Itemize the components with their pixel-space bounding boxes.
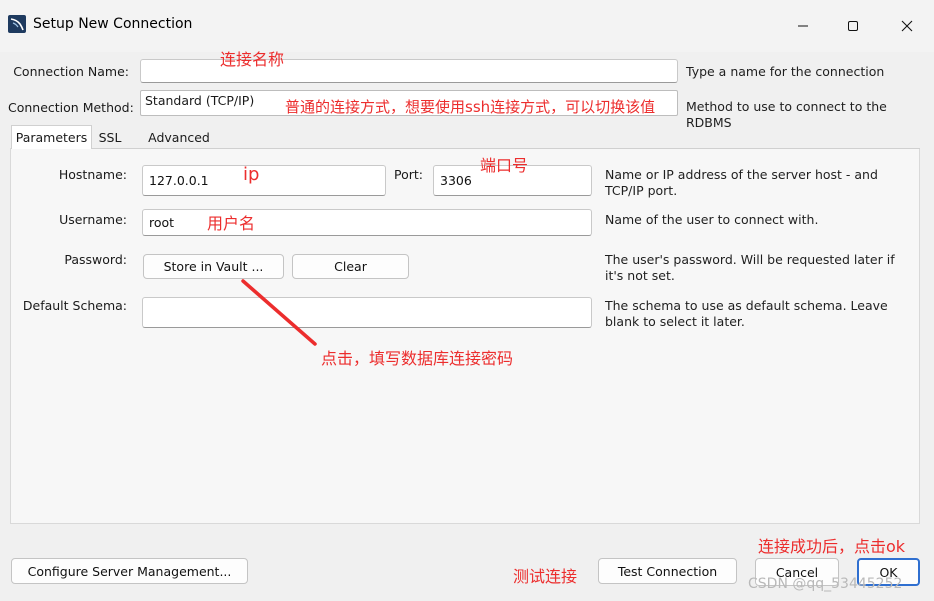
port-label: Port: <box>394 167 423 182</box>
annotation-connection-name: 连接名称 <box>220 50 285 69</box>
hostname-label: Hostname: <box>58 167 127 182</box>
connection-method-label: Connection Method: <box>8 100 134 115</box>
password-help: The user's password. Will be requested l… <box>605 252 895 283</box>
connection-method-help: Method to use to connect to the RDBMS <box>686 99 887 130</box>
tab-ssl[interactable]: SSL <box>92 126 128 148</box>
annotation-password: 点击，填写数据库连接密码 <box>321 349 514 368</box>
csdn-watermark: CSDN @qq_53445252 <box>748 576 903 592</box>
connection-name-help: Type a name for the connection <box>686 64 885 79</box>
close-icon <box>901 20 913 32</box>
tab-advanced[interactable]: Advanced <box>139 126 219 148</box>
configure-server-management-button[interactable]: Configure Server Management... <box>11 558 248 584</box>
parameters-panel <box>10 148 920 524</box>
hostname-input[interactable]: 127.0.0.1 <box>142 165 386 196</box>
default-schema-help: The schema to use as default schema. Lea… <box>605 298 888 329</box>
annotation-username: 用户名 <box>207 214 256 233</box>
annotation-click-ok: 连接成功后，点击ok <box>758 537 906 556</box>
tab-strip-border <box>92 148 920 149</box>
annotation-port: 端口号 <box>480 156 529 175</box>
default-schema-input[interactable] <box>142 297 592 328</box>
maximize-button[interactable] <box>830 10 876 42</box>
close-button[interactable] <box>884 10 930 42</box>
minimize-icon <box>797 20 809 32</box>
window-title: Setup New Connection <box>33 16 193 32</box>
username-help: Name of the user to connect with. <box>605 212 819 227</box>
clear-password-button[interactable]: Clear <box>292 254 409 279</box>
annotation-test-connection: 测试连接 <box>513 567 578 586</box>
password-label: Password: <box>64 252 127 267</box>
store-in-vault-button[interactable]: Store in Vault ... <box>143 254 284 279</box>
test-connection-button[interactable]: Test Connection <box>598 558 737 584</box>
username-label: Username: <box>59 212 127 227</box>
connection-name-label: Connection Name: <box>13 64 129 79</box>
default-schema-label: Default Schema: <box>22 298 127 313</box>
tab-parameters[interactable]: Parameters <box>11 125 92 149</box>
hostname-help: Name or IP address of the server host - … <box>605 167 878 198</box>
maximize-icon <box>847 20 859 32</box>
minimize-button[interactable] <box>780 10 826 42</box>
annotation-connection-method: 普通的连接方式，想要使用ssh连接方式，可以切换该值 <box>285 98 656 116</box>
annotation-ip: ip <box>243 164 260 185</box>
mysql-workbench-app-icon <box>8 15 26 33</box>
connection-method-value: Standard (TCP/IP) <box>145 93 255 108</box>
